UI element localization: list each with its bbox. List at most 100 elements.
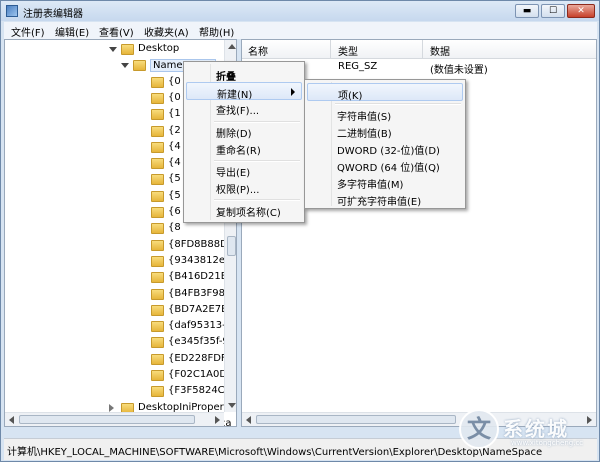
tree-node[interactable]: {B416D21B- [5,270,231,286]
column-divider[interactable] [330,40,331,58]
tree-node-label: {e345f35f-9 [168,336,229,348]
column-divider[interactable] [422,40,423,58]
folder-icon [151,255,164,267]
menu-item-label: QWORD (64 位)值(Q) [337,163,440,174]
menu-item-label: 权限(P)... [216,185,260,196]
tree-node[interactable]: {F3F5824C- [5,384,228,400]
tree-node-label: {9343812e- [168,254,229,266]
scroll-left-arrow-icon[interactable] [9,416,14,424]
value-list-header: 名称 类型 数据 [242,40,596,59]
folder-icon [151,321,164,333]
menu-file[interactable]: 文件(F) [11,24,45,39]
menu-favorites[interactable]: 收藏夹(A) [144,24,189,39]
folder-icon [151,190,164,202]
menu-help[interactable]: 帮助(H) [199,24,234,39]
menu-item-collapse[interactable]: 折叠 [186,65,302,83]
scroll-right-arrow-icon[interactable] [215,416,220,424]
menu-view[interactable]: 查看(V) [99,24,134,39]
scroll-left-arrow-icon[interactable] [246,416,251,424]
tree-node[interactable]: {ED228FDF- [5,352,230,368]
site-watermark: 文 系统城 www.xitongcheng.cc [455,405,595,455]
folder-icon [151,337,164,349]
menu-item-new-expandable-string-value[interactable]: 可扩充字符串值(E) [307,190,463,208]
submenu-arrow-icon [291,88,295,96]
folder-icon [151,174,164,186]
tree-hscroll-thumb[interactable] [19,415,195,424]
menu-item-new-dword-value[interactable]: DWORD (32-位)值(D) [307,139,463,157]
regedit-app-icon [6,5,18,17]
menu-item-rename[interactable]: 重命名(R) [186,139,302,157]
tree-node-label: {5 [168,189,181,201]
folder-icon [151,223,164,235]
menu-item-label: 可扩充字符串值(E) [337,197,422,208]
folder-icon [151,288,164,300]
menu-edit[interactable]: 编辑(E) [55,24,89,39]
menu-item-new-qword-value[interactable]: QWORD (64 位)值(Q) [307,156,463,174]
window-title: 注册表编辑器 [23,9,83,20]
menu-item-new-multi-string-value[interactable]: 多字符串值(M) [307,173,463,191]
tree-node-label: {0 [168,91,181,103]
close-button[interactable]: ✕ [567,4,595,18]
folder-icon [151,76,164,88]
tree-node-label: {daf95313-e [168,320,232,332]
menu-item-label: 删除(D) [216,129,252,140]
scroll-up-arrow-icon[interactable] [228,44,236,49]
collapsed-arrow-icon[interactable] [109,403,114,412]
menu-item-copy-key-name[interactable]: 复制项名称(C) [186,201,302,219]
tree-node[interactable]: {9343812e- [5,254,229,270]
expanded-arrow-icon[interactable] [121,63,129,69]
menu-item-new-binary-value[interactable]: 二进制值(B) [307,122,463,140]
tree-node-label: {1 [168,108,181,120]
folder-icon [151,272,164,284]
list-hscroll-thumb[interactable] [256,415,456,424]
folder-icon [151,386,164,398]
tree-node-label: {F02C1A0D- [168,369,231,380]
tree-node-label: {8FD8B88D- [168,238,232,250]
menu-item-label: 查找(F)... [216,106,260,117]
registry-editor-window: 注册表编辑器 ▬ ☐ ✕ 文件(F) 编辑(E) 查看(V) 收藏夹(A) 帮助… [0,0,600,462]
column-name[interactable]: 名称 [248,43,268,58]
menu-item-delete[interactable]: 删除(D) [186,122,302,140]
tree-node-label: {B4FB3F98- [168,287,229,299]
tree-node[interactable]: {BD7A2E7B- [5,303,232,319]
tree-node[interactable]: {daf95313-e [5,319,232,335]
tree-node[interactable]: {F02C1A0D- [5,368,231,384]
minimize-button[interactable]: ▬ [515,4,539,18]
tree-node-label: {6 [168,206,181,217]
tree-node-label: {4 [168,140,181,152]
column-type[interactable]: 类型 [338,43,358,58]
column-data[interactable]: 数据 [430,43,450,58]
menu-item-label: 二进制值(B) [337,129,392,140]
menu-item-export[interactable]: 导出(E) [186,161,302,179]
title-bar[interactable]: 注册表编辑器 ▬ ☐ ✕ [1,1,599,21]
folder-icon [133,60,146,72]
menu-item-label: 重命名(R) [216,146,261,157]
folder-icon [151,125,164,137]
tree-node-label: {F3F5824C- [168,385,229,397]
menu-item-find[interactable]: 查找(F)... [186,99,302,117]
folder-icon [151,109,164,121]
tree-horizontal-scrollbar[interactable] [5,412,224,426]
scroll-down-arrow-icon[interactable] [228,403,236,408]
tree-node[interactable]: {B4FB3F98- [5,287,229,303]
menu-item-label: 项(K) [338,91,363,102]
tree-node[interactable]: {e345f35f-9 [5,335,229,351]
menu-item-new-string-value[interactable]: 字符串值(S) [307,105,463,123]
tree-node[interactable]: {8 [5,221,224,237]
menu-item-new[interactable]: 新建(N) [186,82,302,101]
menu-item-label: 导出(E) [216,168,251,179]
maximize-button[interactable]: ☐ [541,4,565,18]
folder-icon [151,207,164,218]
tree-vscroll-thumb[interactable] [227,236,236,256]
tree-node[interactable]: Desktop [5,42,224,58]
folder-icon [151,370,164,381]
menu-item-new-key[interactable]: 项(K) [307,83,463,102]
folder-icon [151,239,164,251]
watermark-text: 系统城 [503,417,569,441]
expanded-arrow-icon[interactable] [109,47,117,52]
menu-item-permissions[interactable]: 权限(P)... [186,178,302,196]
tree-node-label: {8 [168,222,181,234]
tree-node[interactable]: {8FD8B88D- [5,238,231,254]
tree-node-label: {ED228FDF- [168,352,231,364]
menu-bar: 文件(F) 编辑(E) 查看(V) 收藏夹(A) 帮助(H) [4,22,597,39]
